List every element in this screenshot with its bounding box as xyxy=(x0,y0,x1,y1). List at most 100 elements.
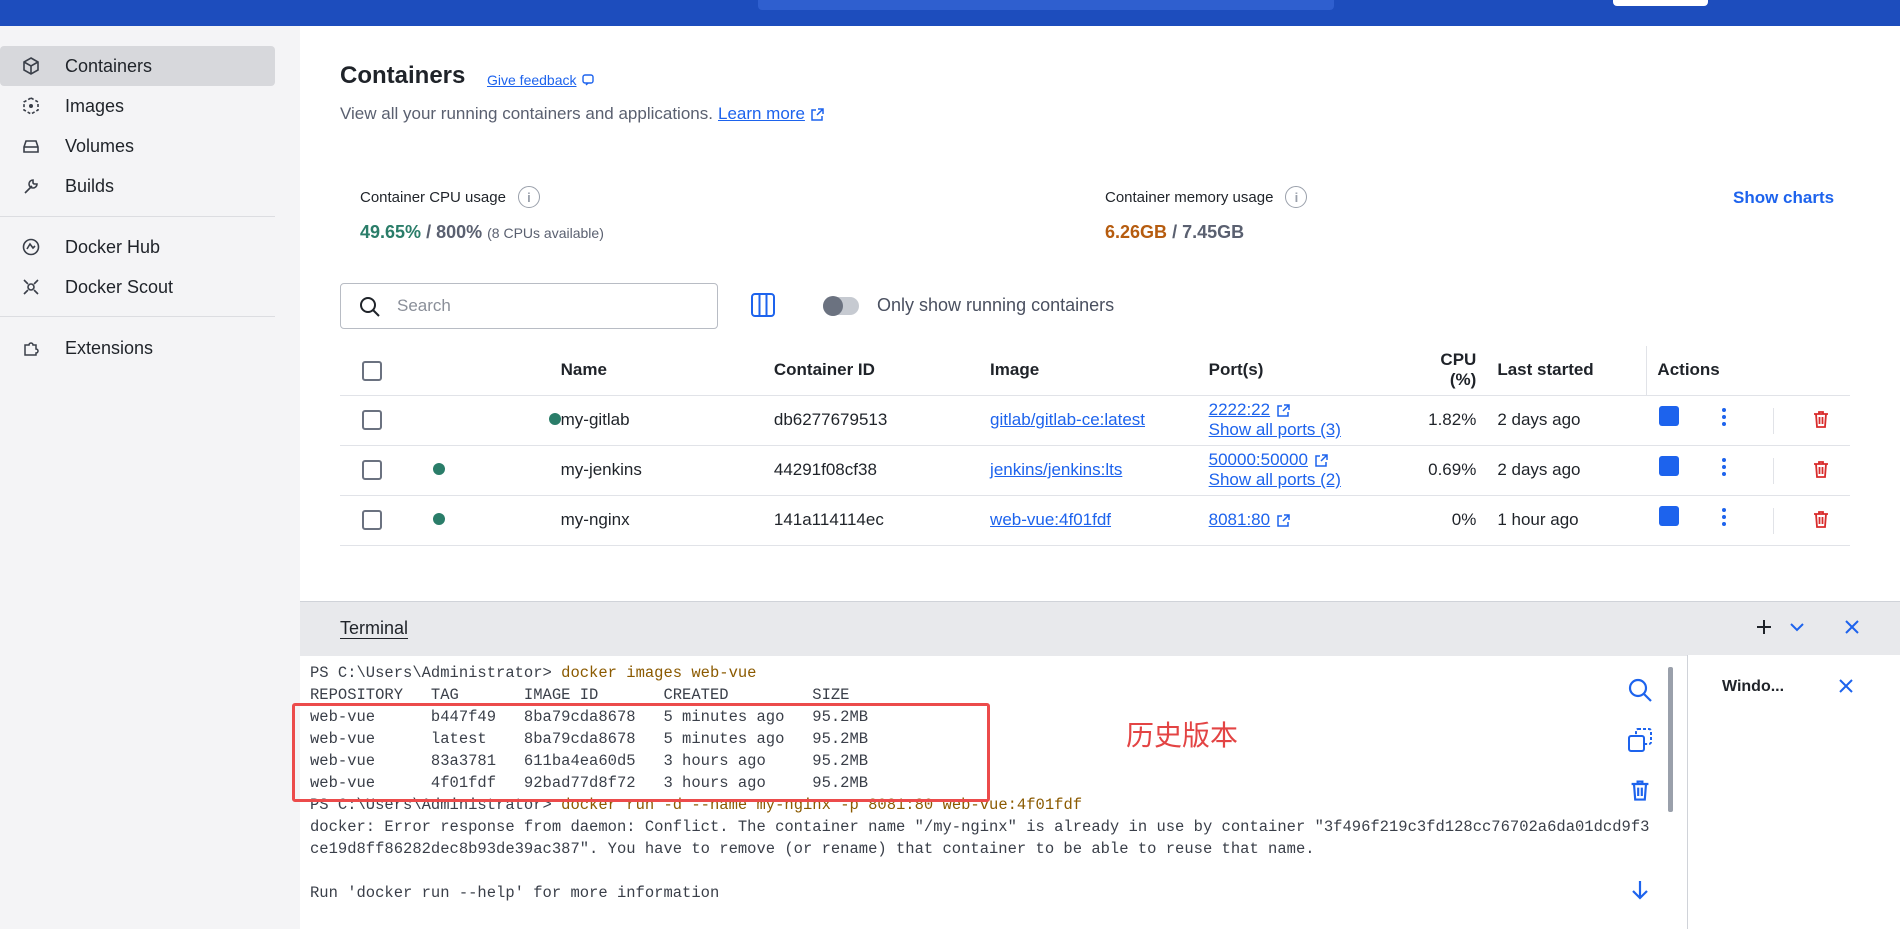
columns-icon[interactable] xyxy=(750,292,776,318)
global-search-bar[interactable] xyxy=(758,0,1334,10)
stop-button[interactable] xyxy=(1659,405,1680,426)
images-icon xyxy=(20,95,42,117)
more-options-icon[interactable] xyxy=(1714,507,1734,531)
status-running-dot xyxy=(548,413,561,425)
more-options-icon[interactable] xyxy=(1714,407,1734,431)
container-name[interactable]: my-jenkins xyxy=(560,445,774,496)
running-only-toggle[interactable] xyxy=(823,296,859,316)
actions-divider xyxy=(1773,458,1774,484)
container-id: 141a114114ec xyxy=(773,495,991,546)
chevron-down-icon[interactable] xyxy=(1788,618,1806,642)
search-icon xyxy=(360,297,380,317)
cpu-usage-label: Container CPU usage i xyxy=(360,186,540,208)
sidebar-item-docker-hub[interactable]: Docker Hub xyxy=(0,227,275,267)
status-running-dot xyxy=(432,463,445,475)
image-link[interactable]: web-vue:4f01fdf xyxy=(990,510,1111,529)
show-all-ports-link[interactable]: Show all ports (3) xyxy=(1209,420,1341,439)
search-field[interactable] xyxy=(340,283,718,329)
page-subtitle: View all your running containers and app… xyxy=(340,104,825,124)
sidebar-item-volumes[interactable]: Volumes xyxy=(0,126,275,166)
search-input[interactable] xyxy=(397,294,697,318)
tab-terminal[interactable]: Terminal xyxy=(340,618,408,639)
row-checkbox[interactable] xyxy=(362,460,382,481)
show-charts-button[interactable]: Show charts xyxy=(1733,188,1834,208)
terminal-header: Terminal xyxy=(300,602,1900,656)
status-header xyxy=(409,346,561,396)
container-name[interactable]: my-nginx xyxy=(560,495,774,546)
table-row[interactable]: my-gitlab db6277679513 gitlab/gitlab-ce:… xyxy=(340,395,1850,446)
clear-terminal-icon[interactable] xyxy=(1610,770,1670,810)
sidebar-divider xyxy=(0,216,275,217)
image-link[interactable]: gitlab/gitlab-ce:latest xyxy=(990,410,1145,429)
image-link[interactable]: jenkins/jenkins:lts xyxy=(990,460,1122,479)
container-name[interactable]: my-gitlab xyxy=(560,395,774,446)
learn-more-link[interactable]: Learn more xyxy=(718,104,805,124)
sidebar-item-builds[interactable]: Builds xyxy=(0,166,275,206)
sidebar-item-label: Docker Scout xyxy=(65,276,174,297)
scroll-to-bottom-icon[interactable] xyxy=(1610,870,1670,910)
top-bar-button[interactable] xyxy=(1613,0,1708,6)
port-link[interactable]: 8081:80 xyxy=(1209,510,1270,529)
sidebar-item-containers[interactable]: Containers xyxy=(0,46,275,86)
docker-scout-icon xyxy=(20,276,42,298)
delete-icon[interactable] xyxy=(1811,409,1831,434)
info-icon[interactable]: i xyxy=(1285,186,1308,208)
info-icon[interactable]: i xyxy=(517,186,540,208)
column-header-last-started[interactable]: Last started xyxy=(1491,346,1635,396)
copy-icon[interactable] xyxy=(1610,720,1670,760)
toggle-knob xyxy=(823,296,843,316)
builds-icon xyxy=(20,175,42,197)
side-panel-title: Windo... xyxy=(1722,678,1785,695)
row-checkbox[interactable] xyxy=(362,510,382,531)
external-link-icon xyxy=(1277,404,1290,417)
terminal-search-icon[interactable] xyxy=(1610,670,1670,710)
table-row[interactable]: my-nginx 141a114114ec web-vue:4f01fdf 80… xyxy=(340,495,1850,546)
row-select-cell xyxy=(340,445,410,496)
column-header-actions: Actions xyxy=(1634,346,1850,396)
close-icon[interactable] xyxy=(1837,677,1855,700)
cpu-cell: 0.69% xyxy=(1411,445,1492,496)
column-header-cpu[interactable]: CPU (%) xyxy=(1411,346,1492,396)
sidebar-item-label: Docker Hub xyxy=(65,236,161,257)
delete-icon[interactable] xyxy=(1811,459,1831,484)
stop-button[interactable] xyxy=(1659,505,1680,526)
give-feedback-link[interactable]: Give feedback xyxy=(487,72,596,88)
cpu-usage-value: 49.65% / 800% (8 CPUs available) xyxy=(360,222,604,243)
stop-button[interactable] xyxy=(1659,455,1680,476)
sidebar-item-docker-scout[interactable]: Docker Scout xyxy=(0,267,275,307)
status-cell xyxy=(409,395,561,446)
container-id: db6277679513 xyxy=(773,395,991,446)
sidebar-item-images[interactable]: Images xyxy=(0,86,275,126)
actions-cell xyxy=(1634,395,1850,446)
column-header-ports[interactable]: Port(s) xyxy=(1208,346,1412,396)
show-all-ports-link[interactable]: Show all ports (2) xyxy=(1209,470,1341,489)
sidebar-item-label: Extensions xyxy=(65,337,154,358)
sidebar-item-extensions[interactable]: Extensions xyxy=(0,328,275,368)
port-link[interactable]: 2222:22 xyxy=(1209,400,1270,419)
annotation-label: 历史版本 xyxy=(1126,719,1239,752)
terminal-scrollbar[interactable] xyxy=(1668,667,1673,812)
more-options-icon[interactable] xyxy=(1714,457,1734,481)
add-terminal-icon[interactable] xyxy=(1755,618,1773,642)
row-checkbox[interactable] xyxy=(362,410,382,431)
running-only-label: Only show running containers xyxy=(877,295,1115,315)
column-header-name[interactable]: Name xyxy=(560,346,774,396)
table-row[interactable]: my-jenkins 44291f08cf38 jenkins/jenkins:… xyxy=(340,445,1850,496)
close-terminal-icon[interactable] xyxy=(1843,618,1861,642)
column-header-container-id[interactable]: Container ID xyxy=(773,346,991,396)
actions-column-divider xyxy=(1646,346,1647,396)
select-all-checkbox[interactable] xyxy=(362,360,382,381)
terminal-line: docker: Error response from daemon: Conf… xyxy=(310,818,1650,836)
memory-usage-value: 6.26GB / 7.45GB xyxy=(1105,222,1244,243)
delete-icon[interactable] xyxy=(1811,509,1831,534)
row-select-cell xyxy=(340,395,410,446)
terminal-prompt: PS C:\Users\Administrator> xyxy=(310,664,562,682)
volumes-icon xyxy=(20,135,42,157)
port-link[interactable]: 50000:50000 xyxy=(1209,450,1308,469)
sidebar-item-label: Builds xyxy=(65,175,115,196)
container-id: 44291f08cf38 xyxy=(773,445,991,496)
actions-divider xyxy=(1773,508,1774,534)
terminal-line: ce19d8ff86282dec8b93de39ac387". You have… xyxy=(310,840,1315,858)
column-header-image[interactable]: Image xyxy=(990,346,1209,396)
